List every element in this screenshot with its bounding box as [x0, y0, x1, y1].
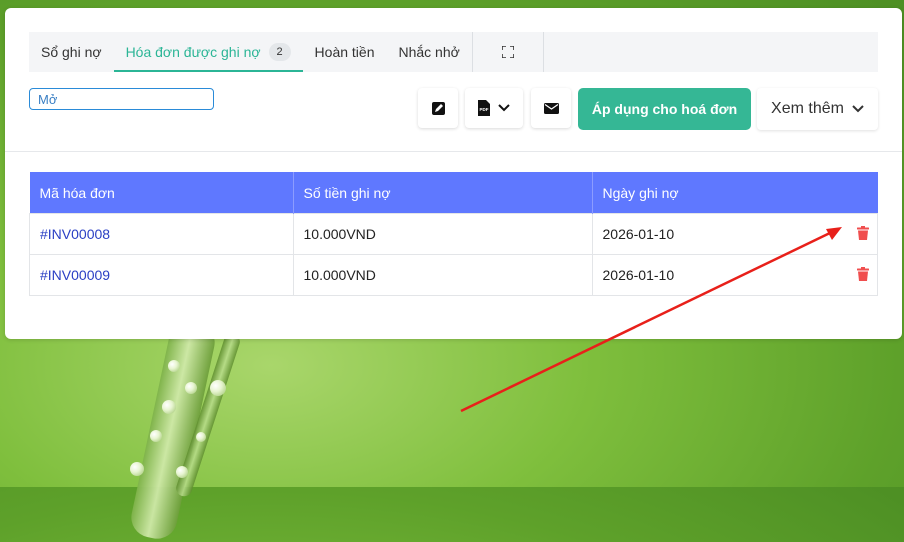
- tab-label: Hóa đơn được ghi nợ: [125, 44, 261, 60]
- pdf-export-button[interactable]: PDF: [465, 88, 523, 128]
- tab-debit-book[interactable]: Sổ ghi nợ: [29, 32, 114, 72]
- table-row: #INV00009 10.000VND 2026-01-10: [29, 254, 878, 296]
- email-button[interactable]: [531, 88, 571, 128]
- more-label: Xem thêm: [771, 100, 844, 117]
- water-drop: [210, 380, 226, 396]
- date-value: 2026-01-10: [602, 226, 675, 242]
- water-drop: [185, 382, 197, 394]
- amount-cell: 10.000VND: [292, 213, 593, 255]
- table-row: #INV00008 10.000VND 2026-01-10: [29, 213, 878, 255]
- tab-reminder[interactable]: Nhắc nhở: [386, 32, 471, 72]
- tab-bar: Sổ ghi nợ Hóa đơn được ghi nợ 2 Hoàn tiề…: [29, 32, 878, 72]
- debited-invoices-table: Mã hóa đơn Số tiền ghi nợ Ngày ghi nợ #I…: [29, 172, 878, 296]
- mail-icon: [543, 102, 559, 114]
- column-header[interactable]: Mã hóa đơn: [29, 172, 294, 214]
- water-drop: [168, 360, 180, 372]
- column-header[interactable]: Ngày ghi nợ: [592, 172, 878, 214]
- table-header-row: Mã hóa đơn Số tiền ghi nợ Ngày ghi nợ: [29, 172, 878, 214]
- edit-icon: [431, 101, 445, 115]
- fullscreen-icon: [501, 46, 514, 58]
- tab-label: Sổ ghi nợ: [41, 44, 102, 60]
- trash-icon[interactable]: [857, 267, 869, 281]
- expand-button[interactable]: [473, 32, 543, 72]
- edit-button[interactable]: [418, 88, 458, 128]
- invoice-panel: Sổ ghi nợ Hóa đơn được ghi nợ 2 Hoàn tiề…: [5, 8, 902, 339]
- invoice-cell: #INV00008: [29, 213, 294, 255]
- tab-label: Hoàn tiền: [314, 44, 375, 60]
- date-cell: 2026-01-10: [591, 254, 878, 296]
- water-drop: [162, 400, 176, 414]
- chevron-down-icon: [852, 105, 864, 113]
- apply-label: Áp dụng cho hoá đơn: [591, 101, 738, 117]
- see-more-button[interactable]: Xem thêm: [757, 88, 878, 130]
- tab-refund[interactable]: Hoàn tiền: [303, 32, 387, 72]
- date-value: 2026-01-10: [602, 267, 675, 283]
- svg-text:PDF: PDF: [480, 107, 489, 112]
- status-filter-input[interactable]: [29, 88, 214, 110]
- tab-debited-invoices[interactable]: Hóa đơn được ghi nợ 2: [113, 32, 303, 72]
- column-header[interactable]: Số tiền ghi nợ: [293, 172, 593, 214]
- chevron-down-icon: [498, 104, 510, 112]
- amount-cell: 10.000VND: [292, 254, 593, 296]
- water-drop: [150, 430, 162, 442]
- invoice-cell: #INV00009: [29, 254, 294, 296]
- water-drop: [196, 432, 206, 442]
- count-badge: 2: [268, 43, 291, 61]
- tab-label: Nhắc nhở: [398, 44, 460, 60]
- pdf-icon: PDF: [478, 100, 490, 116]
- trash-icon[interactable]: [857, 226, 869, 240]
- apply-to-invoice-button[interactable]: Áp dụng cho hoá đơn: [578, 88, 751, 130]
- water-drop: [176, 466, 188, 478]
- date-cell: 2026-01-10: [591, 213, 878, 255]
- divider: [5, 151, 902, 152]
- tab-divider: [542, 32, 544, 72]
- invoice-link[interactable]: #INV00008: [40, 226, 110, 242]
- invoice-link[interactable]: #INV00009: [40, 267, 110, 283]
- water-drop: [130, 462, 144, 476]
